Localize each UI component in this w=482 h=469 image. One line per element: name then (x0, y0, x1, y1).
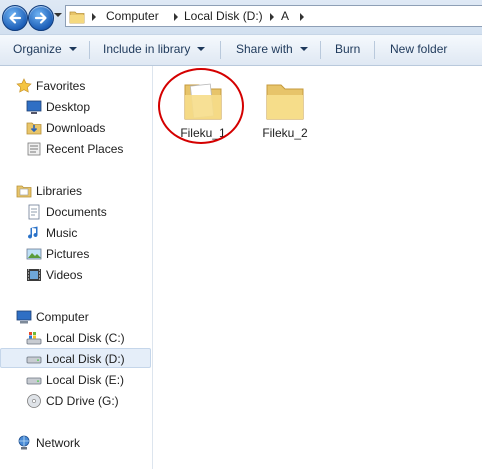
nav-local-disk-c-label: Local Disk (C:) (46, 331, 125, 345)
nav-recent-places-label: Recent Places (46, 142, 124, 156)
organize-button[interactable]: Organize (13, 42, 77, 56)
include-in-library-button[interactable]: Include in library (103, 42, 206, 56)
libraries-icon (16, 185, 32, 198)
nav-videos[interactable]: Videos (26, 265, 146, 285)
breadcrumb-separator-icon[interactable] (270, 13, 274, 21)
nav-favorites[interactable]: Favorites (16, 76, 146, 96)
videos-icon (27, 269, 41, 281)
nav-libraries[interactable]: Libraries (16, 181, 146, 201)
nav-computer-label: Computer (36, 310, 89, 324)
folder-name: Fileku_2 (262, 126, 308, 140)
folder-icon (69, 11, 85, 24)
nav-favorites-label: Favorites (36, 79, 86, 93)
nav-desktop-label: Desktop (46, 100, 91, 114)
breadcrumb-local-disk-d[interactable]: Local Disk (D:) (184, 9, 263, 23)
nav-network[interactable]: Network (16, 433, 146, 453)
nav-videos-label: Videos (46, 268, 83, 282)
nav-local-disk-d[interactable]: Local Disk (D:) (0, 348, 151, 368)
nav-local-disk-e-label: Local Disk (E:) (46, 373, 125, 387)
nav-downloads-label: Downloads (46, 121, 106, 135)
command-separator (220, 41, 221, 59)
breadcrumb-separator-icon[interactable] (174, 13, 178, 21)
nav-music-label: Music (46, 226, 78, 240)
new-folder-button[interactable]: New folder (390, 42, 447, 56)
forward-button[interactable] (28, 5, 54, 31)
burn-button[interactable]: Burn (335, 42, 360, 56)
nav-local-disk-d-label: Local Disk (D:) (46, 352, 125, 366)
command-separator (374, 41, 375, 59)
new-folder-label: New folder (390, 42, 448, 56)
recent-pages-dropdown[interactable] (54, 13, 62, 17)
share-with-button[interactable]: Share with (236, 42, 308, 56)
share-with-label: Share with (236, 42, 293, 56)
drive-icon (26, 377, 42, 385)
star-icon (16, 78, 32, 93)
nav-music[interactable]: Music (26, 223, 146, 243)
nav-pictures-label: Pictures (46, 247, 90, 261)
windows-drive-icon (26, 332, 42, 345)
drive-icon (26, 356, 42, 364)
nav-downloads[interactable]: Downloads (26, 118, 146, 138)
command-bar: Organize Include in library Share with B… (0, 35, 482, 66)
nav-local-disk-c[interactable]: Local Disk (C:) (26, 328, 146, 348)
folder-item[interactable]: Fileku_2 (245, 71, 325, 147)
nav-cd-drive-g-label: CD Drive (G:) (46, 394, 119, 408)
desktop-icon (26, 100, 42, 114)
nav-documents[interactable]: Documents (26, 202, 146, 222)
chevron-down-icon (299, 47, 308, 51)
nav-libraries-label: Libraries (36, 184, 83, 198)
nav-network-label: Network (36, 436, 81, 450)
command-separator (320, 41, 321, 59)
navigation-pane: Favorites Desktop Downloads Recent Place… (0, 66, 153, 469)
nav-pictures[interactable]: Pictures (26, 244, 146, 264)
nav-recent-places[interactable]: Recent Places (26, 139, 146, 159)
red-highlight-circle (158, 68, 244, 144)
nav-documents-label: Documents (46, 205, 107, 219)
organize-label: Organize (13, 42, 62, 56)
include-in-library-label: Include in library (103, 42, 191, 56)
folder-icon (266, 84, 304, 120)
command-separator (89, 41, 90, 59)
recent-places-icon (27, 142, 41, 156)
address-bar-area: Computer Local Disk (D:) A (0, 0, 482, 35)
breadcrumb-computer[interactable]: Computer (106, 9, 159, 23)
chevron-down-icon (197, 47, 206, 51)
network-icon (18, 435, 30, 450)
nav-computer[interactable]: Computer (16, 307, 146, 327)
back-arrow-icon (9, 12, 22, 24)
nav-cd-drive-g[interactable]: CD Drive (G:) (26, 391, 146, 411)
documents-icon (28, 204, 40, 220)
chevron-down-icon (68, 47, 77, 51)
music-icon (28, 226, 38, 239)
breadcrumb-separator-icon[interactable] (92, 13, 96, 21)
back-button[interactable] (2, 5, 28, 31)
pictures-icon (26, 248, 42, 260)
breadcrumb-a[interactable]: A (281, 9, 289, 23)
forward-arrow-icon (34, 12, 47, 24)
downloads-icon (26, 122, 42, 135)
nav-desktop[interactable]: Desktop (26, 97, 146, 117)
nav-local-disk-e[interactable]: Local Disk (E:) (26, 370, 146, 390)
cd-drive-icon (27, 394, 41, 408)
computer-icon (16, 310, 32, 324)
burn-label: Burn (335, 42, 361, 56)
address-box[interactable]: Computer Local Disk (D:) A (65, 5, 482, 27)
breadcrumb-separator-icon[interactable] (300, 13, 304, 21)
